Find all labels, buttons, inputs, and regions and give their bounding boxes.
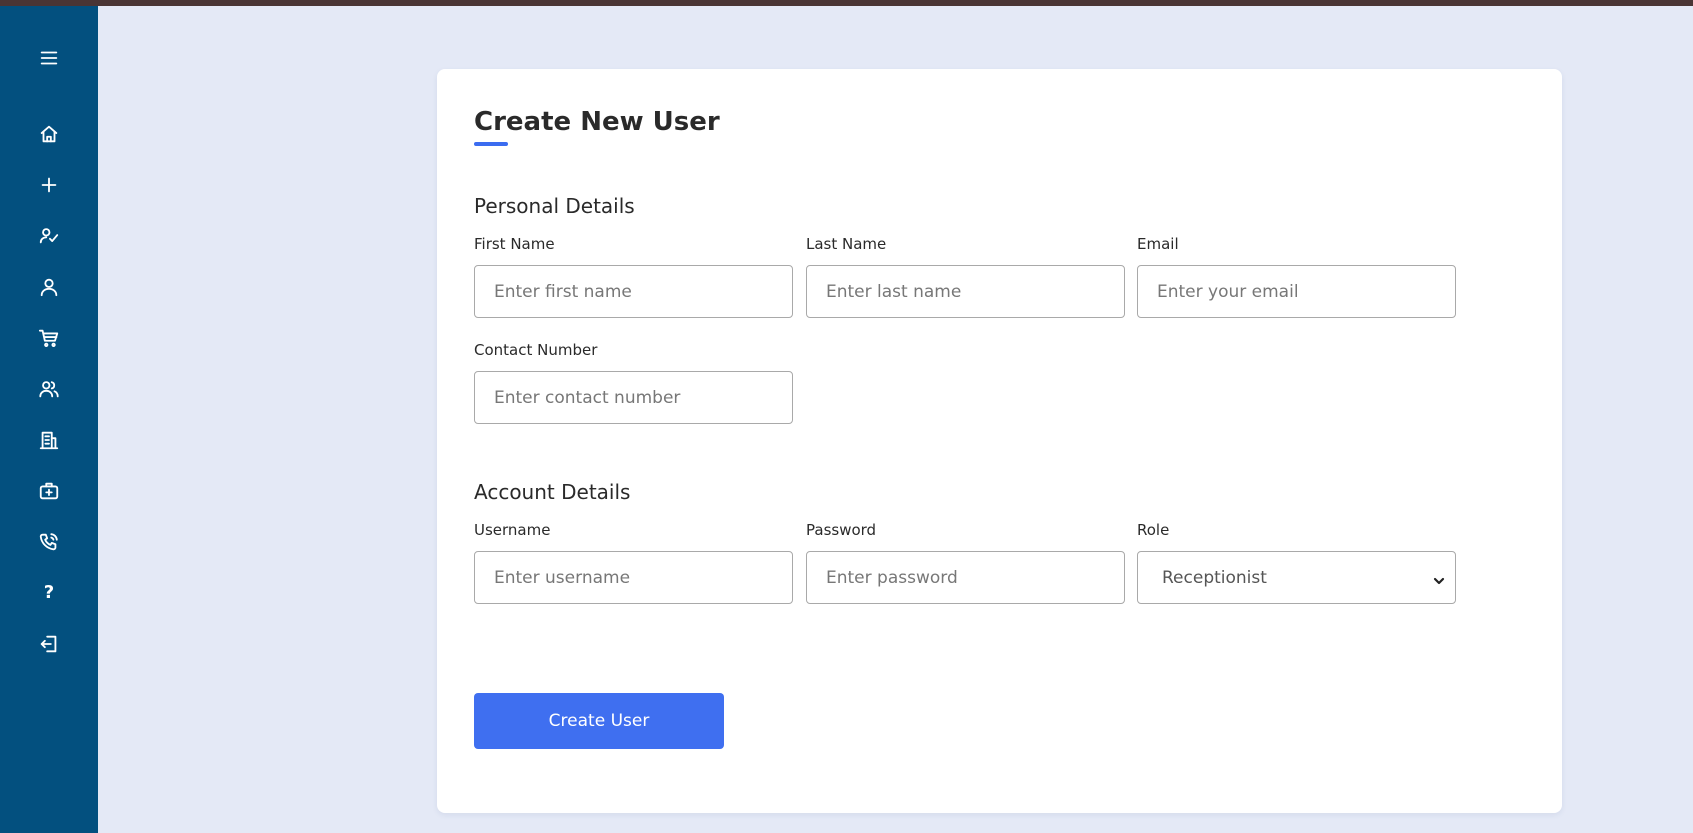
user-check-icon[interactable] — [34, 221, 64, 251]
help-glyph: ? — [43, 582, 55, 603]
role-selected-value: Receptionist — [1162, 567, 1267, 588]
user-icon[interactable] — [34, 272, 64, 302]
email-input[interactable] — [1137, 265, 1456, 318]
menu-icon[interactable] — [34, 43, 64, 73]
contact-number-input[interactable] — [474, 371, 793, 424]
create-user-card: Create New User Personal Details First N… — [437, 69, 1562, 813]
personal-details-heading: Personal Details — [474, 194, 635, 218]
users-icon[interactable] — [34, 374, 64, 404]
window-top-bar — [0, 0, 1693, 6]
create-user-button[interactable]: Create User — [474, 693, 724, 749]
building-icon[interactable] — [34, 425, 64, 455]
first-name-label: First Name — [474, 235, 555, 253]
last-name-input[interactable] — [806, 265, 1125, 318]
role-select[interactable]: Receptionist — [1137, 551, 1456, 604]
sidebar: ? — [0, 6, 98, 833]
home-icon[interactable] — [34, 119, 64, 149]
last-name-label: Last Name — [806, 235, 887, 253]
first-name-input[interactable] — [474, 265, 793, 318]
phone-call-icon[interactable] — [34, 527, 64, 557]
page-title: Create New User — [474, 107, 720, 137]
password-label: Password — [806, 521, 877, 539]
chevron-down-icon — [1433, 572, 1445, 585]
email-label: Email — [1137, 235, 1179, 253]
help-icon[interactable]: ? — [34, 578, 64, 608]
account-details-heading: Account Details — [474, 480, 631, 504]
title-underline — [474, 142, 508, 146]
role-label: Role — [1137, 521, 1170, 539]
logout-icon[interactable] — [34, 629, 64, 659]
cart-icon[interactable] — [34, 323, 64, 353]
username-input[interactable] — [474, 551, 793, 604]
contact-number-label: Contact Number — [474, 341, 598, 359]
username-label: Username — [474, 521, 551, 539]
medical-kit-icon[interactable] — [34, 476, 64, 506]
password-input[interactable] — [806, 551, 1125, 604]
plus-icon[interactable] — [34, 170, 64, 200]
